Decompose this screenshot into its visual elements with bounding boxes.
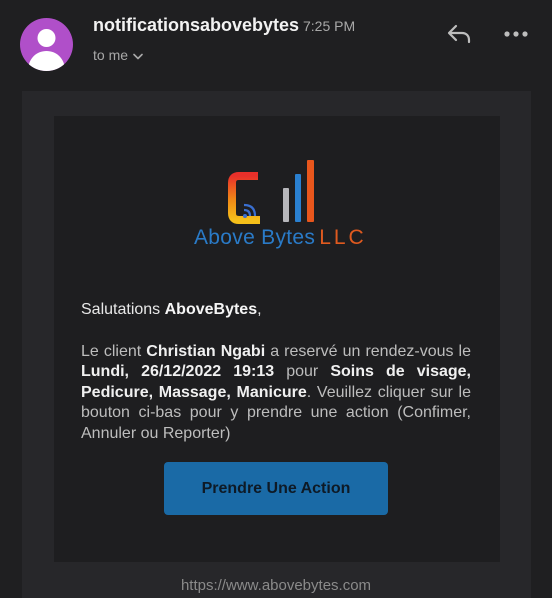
email-header: notificationsabovebytes 7:25 PM to me (0, 0, 552, 86)
message-part-3: pour (274, 363, 331, 381)
logo-mark-icon (228, 160, 314, 224)
greeting-suffix: , (257, 301, 262, 318)
website-link[interactable]: https://www.abovebytes.com (0, 577, 552, 594)
more-options-icon[interactable] (502, 21, 530, 49)
recipient-toggle[interactable]: to me (93, 47, 143, 63)
recipient-label: to me (93, 47, 129, 63)
greeting: Salutations AboveBytes, (81, 301, 262, 319)
message-part-2: a reservé un rendez-vous le (265, 343, 471, 360)
received-time: 7:25 PM (303, 18, 356, 34)
person-avatar-icon[interactable] (20, 18, 73, 71)
appointment-date: Lundi, 26/12/2022 19:13 (81, 363, 275, 381)
logo-brand-text: Above Bytes (194, 226, 316, 249)
greeting-name: AboveBytes (164, 301, 258, 318)
logo-wordmark: Above Bytes LLC (194, 226, 364, 250)
above-bytes-logo: Above Bytes LLC (194, 158, 364, 254)
sender-name[interactable]: notificationsabovebytes (93, 15, 299, 36)
take-action-button[interactable]: Prendre Une Action (164, 462, 388, 515)
greeting-prefix: Salutations (81, 301, 165, 318)
chevron-down-icon (133, 47, 143, 63)
appointment-message: Le client Christian Ngabi a reservé un r… (81, 342, 471, 444)
logo-suffix-text: LLC (319, 226, 367, 249)
reply-icon[interactable] (445, 20, 473, 48)
message-part-1: Le client (81, 343, 147, 360)
email-view: notificationsabovebytes 7:25 PM to me Ab… (0, 0, 552, 598)
client-name: Christian Ngabi (146, 343, 266, 360)
